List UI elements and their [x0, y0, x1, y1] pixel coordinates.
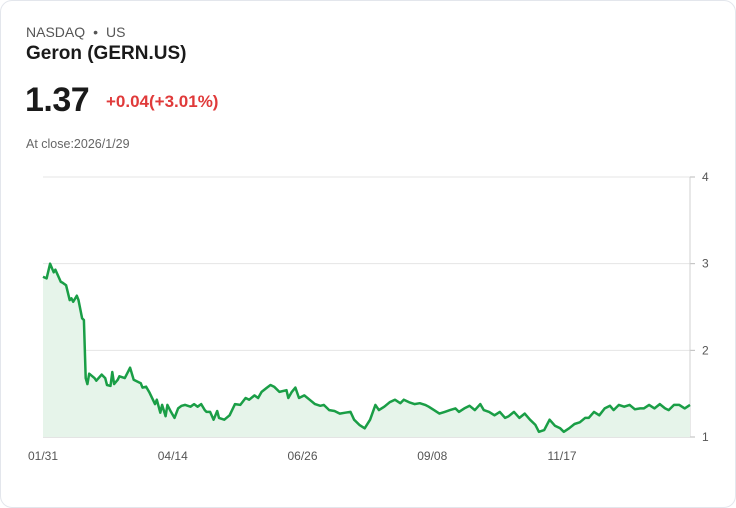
y-tick-label: 1: [702, 430, 709, 444]
price-chart: 4 3 2 1 01/31 04/14 06/26 09/08 11/17: [28, 170, 709, 463]
x-tick-label: 06/26: [287, 449, 317, 463]
x-tick-label: 04/14: [158, 449, 188, 463]
x-tick-label: 01/31: [28, 449, 58, 463]
y-tick-label: 3: [702, 257, 709, 271]
x-tick-label: 09/08: [417, 449, 447, 463]
y-tick-label: 2: [702, 343, 709, 357]
x-tick-label: 11/17: [547, 449, 576, 463]
y-tick-label: 4: [702, 170, 709, 184]
